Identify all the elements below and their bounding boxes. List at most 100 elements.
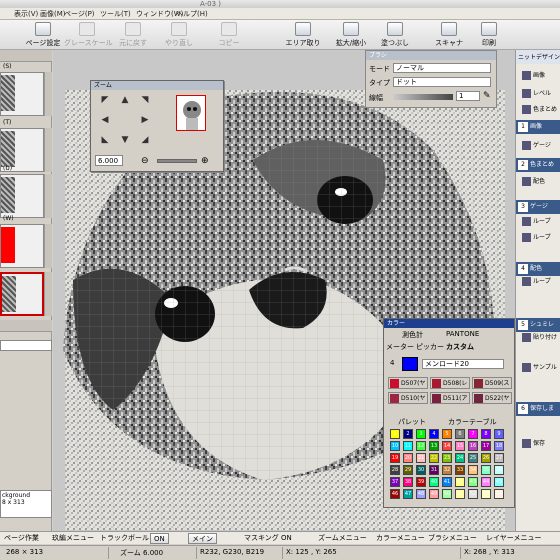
navi-item-10[interactable]: 保存 <box>522 438 560 450</box>
color-table-cell[interactable]: 12 <box>416 441 426 451</box>
tab-custom[interactable]: カスタム <box>446 342 474 352</box>
color-table-cell[interactable]: 22 <box>429 453 439 463</box>
color-table-cell[interactable]: 16 <box>468 441 478 451</box>
color-table-cell[interactable]: 40 <box>429 477 439 487</box>
brush-pen-icon[interactable]: ✎ <box>483 91 491 101</box>
color-table-cell[interactable]: 31 <box>429 465 439 475</box>
menu-item-1[interactable]: 画像(M) <box>40 9 66 19</box>
color-table-cell[interactable]: 50 <box>442 489 452 499</box>
color-table-cell[interactable]: 3 <box>416 429 426 439</box>
color-table-cell[interactable]: 13 <box>429 441 439 451</box>
color-table-cell[interactable]: 54 <box>494 489 504 499</box>
menu-item-0[interactable]: 表示(V) <box>14 9 38 19</box>
arrow-up-icon[interactable]: ▲ <box>119 95 131 105</box>
color-table-cell[interactable]: 46 <box>390 489 400 499</box>
navi-item-1[interactable]: レベル <box>522 88 560 100</box>
brush-width-slider[interactable] <box>393 94 453 100</box>
color-table-cell[interactable]: 6 <box>455 429 465 439</box>
arrow-down-icon[interactable]: ▼ <box>119 135 131 145</box>
navi-item-6[interactable]: ループ <box>522 232 560 244</box>
pantone-color-4[interactable]: D511(ア <box>430 392 470 404</box>
pantone-color-0[interactable]: D507(ヤ <box>388 377 428 389</box>
zoom-slider[interactable] <box>157 159 197 163</box>
menu-item-3[interactable]: ツール(T) <box>100 9 131 19</box>
color-table-cell[interactable]: 1 <box>390 429 400 439</box>
tab-colorimeter[interactable]: 測色計 <box>402 330 423 340</box>
navi-section-5[interactable]: 5 シュミレ <box>516 318 560 332</box>
color-table-cell[interactable]: 36 <box>494 465 504 475</box>
color-table-cell[interactable]: 29 <box>403 465 413 475</box>
color-table-cell[interactable]: 20 <box>403 453 413 463</box>
color-table-cell[interactable]: 2 <box>403 429 413 439</box>
color-table-cell[interactable]: 32 <box>442 465 452 475</box>
zoom-preview[interactable] <box>176 95 206 131</box>
layer-thumb-4[interactable]: (W) <box>0 215 44 268</box>
layer-opacity-field[interactable] <box>0 340 52 351</box>
color-table-cell[interactable]: 53 <box>481 489 491 499</box>
navi-item-3[interactable]: ゲージ <box>522 140 560 152</box>
bottom-menu-6[interactable]: ズームメニュー <box>318 533 367 544</box>
color-table-cell[interactable]: 14 <box>442 441 452 451</box>
color-table-cell[interactable]: 7 <box>468 429 478 439</box>
zoom-in-icon[interactable]: ⊕ <box>201 156 213 166</box>
color-table-cell[interactable]: 27 <box>494 453 504 463</box>
bottom-menu-1[interactable]: 玖編メニュー <box>52 533 94 544</box>
color-table-cell[interactable]: 18 <box>494 441 504 451</box>
toolbar-button-4[interactable]: コピー <box>206 21 252 49</box>
color-table-cell[interactable]: 48 <box>416 489 426 499</box>
zoom-value-field[interactable]: 6.000 <box>95 155 123 166</box>
navi-section-2[interactable]: 2 色まとめ <box>516 158 560 172</box>
color-table-cell[interactable]: 52 <box>468 489 478 499</box>
toolbar-button-3[interactable]: やり直し <box>156 21 202 49</box>
arrow-down-left-icon[interactable]: ◣ <box>99 135 111 145</box>
navi-section-6[interactable]: 6 保存しま <box>516 402 560 416</box>
bottom-menu-5[interactable]: マスキング ON <box>244 533 292 544</box>
color-table-cell[interactable]: 38 <box>403 477 413 487</box>
current-color-name[interactable]: メンロード20 <box>422 359 504 369</box>
color-table-cell[interactable]: 9 <box>494 429 504 439</box>
arrow-left-icon[interactable]: ◀ <box>99 115 111 125</box>
toolbar-button-7[interactable]: 塗つぶし <box>372 21 418 49</box>
bottom-menu-4[interactable]: メイン <box>188 533 217 544</box>
arrow-right-icon[interactable]: ▶ <box>139 115 151 125</box>
color-table-cell[interactable]: 39 <box>416 477 426 487</box>
navi-section-4[interactable]: 4 配色 <box>516 262 560 276</box>
navi-item-4[interactable]: 配色 <box>522 176 560 188</box>
color-table-cell[interactable]: 42 <box>455 477 465 487</box>
color-table-cell[interactable]: 17 <box>481 441 491 451</box>
navi-section-3[interactable]: 3 ゲージ <box>516 200 560 214</box>
color-table-cell[interactable]: 35 <box>481 465 491 475</box>
layer-thumb-3[interactable]: (U) <box>0 165 44 218</box>
tab-picker[interactable]: ピッカー <box>416 342 444 352</box>
brush-width-field[interactable]: 1 <box>456 91 480 101</box>
navi-item-2[interactable]: 色まとめ <box>522 104 560 116</box>
color-table-cell[interactable]: 5 <box>442 429 452 439</box>
pantone-color-5[interactable]: D522(ヤ <box>472 392 512 404</box>
toolbar-button-0[interactable]: ページ設定 <box>20 21 66 49</box>
color-table-cell[interactable]: 11 <box>403 441 413 451</box>
navi-section-1[interactable]: 1 画像 <box>516 120 560 134</box>
navi-item-0[interactable]: 画像 <box>522 70 560 82</box>
bottom-menu-9[interactable]: レイヤーメニュー <box>486 533 542 544</box>
color-table-cell[interactable]: 25 <box>468 453 478 463</box>
brush-mode-select[interactable]: ノーマル <box>393 63 491 73</box>
toolbar-button-6[interactable]: 拡大/縮小 <box>328 21 374 49</box>
menu-item-2[interactable]: ページ(P) <box>64 9 95 19</box>
pantone-color-2[interactable]: D509(ス <box>472 377 512 389</box>
color-table-cell[interactable]: 47 <box>403 489 413 499</box>
bottom-menu-2[interactable]: トラックボール <box>100 533 149 544</box>
color-table-cell[interactable]: 10 <box>390 441 400 451</box>
tab-pantone[interactable]: PANTONE <box>446 330 479 338</box>
bottom-menu-8[interactable]: ブラシメニュー <box>428 533 477 544</box>
toolbar-button-5[interactable]: エリア取り <box>280 21 326 49</box>
bottom-menu-7[interactable]: カラーメニュー <box>376 533 425 544</box>
color-table-cell[interactable]: 51 <box>455 489 465 499</box>
toolbar-button-2[interactable]: 元に戻す <box>110 21 156 49</box>
bottom-menu-0[interactable]: ページ作業 <box>4 533 39 544</box>
brush-type-select[interactable]: ドット <box>393 77 491 87</box>
color-table-cell[interactable]: 49 <box>429 489 439 499</box>
color-table-cell[interactable]: 33 <box>455 465 465 475</box>
color-table-cell[interactable]: 4 <box>429 429 439 439</box>
color-table-radio[interactable]: カラーテーブル <box>448 417 497 427</box>
color-table-cell[interactable]: 19 <box>390 453 400 463</box>
